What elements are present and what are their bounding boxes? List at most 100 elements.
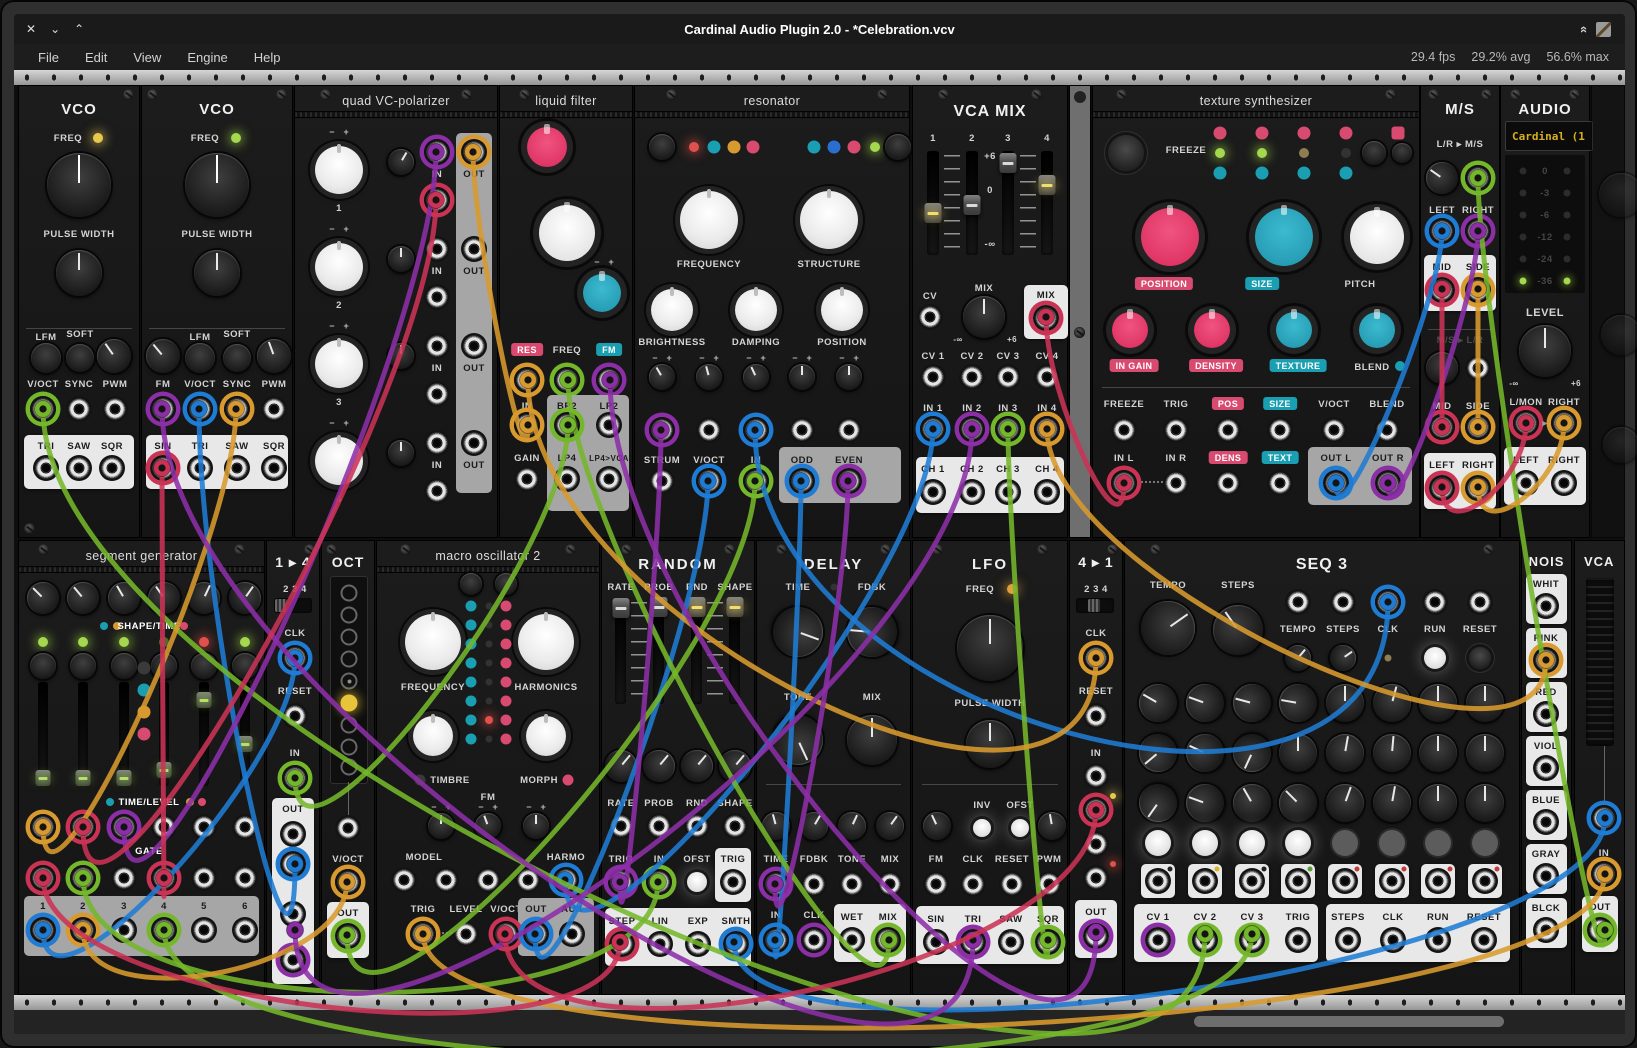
seq-knob-r1c4[interactable] [1276,681,1320,725]
steps-out-jack[interactable] [1335,927,1361,953]
freeze-button[interactable] [1108,135,1144,171]
shape-fader[interactable] [729,598,740,704]
module-macro-oscillator-2[interactable]: macro oscillator 2 FREQUENCY HARMONICS T… [376,540,600,995]
fader-2[interactable] [966,151,978,255]
fader-handle[interactable] [197,692,212,708]
lfm-knob[interactable] [31,343,61,373]
pwm-jack[interactable] [1036,871,1062,897]
env-jack-5[interactable] [191,917,217,943]
atten-knob[interactable] [644,359,680,395]
mix-knob[interactable] [963,296,1005,338]
in-jack-4[interactable] [1083,865,1109,891]
gate-jack-2[interactable] [70,865,96,891]
sqr-jack[interactable] [99,455,125,481]
fm-atten-knob[interactable] [139,332,187,380]
app-corner-icon[interactable] [1596,22,1611,37]
module-random[interactable]: RANDOM RATE PROB RND SHAPE RATE PROB RND… [601,540,755,995]
gate-jack-6[interactable] [232,865,258,891]
module-lfo[interactable]: LFO FREQ PULSE WIDTH INV OFST FM CLK RES… [912,540,1068,995]
menu-help[interactable]: Help [254,50,281,65]
seg-knob-5[interactable] [191,653,217,679]
reset-out-jack[interactable] [1471,927,1497,953]
gray-jack[interactable] [1533,863,1559,889]
seq-knob-r3c6[interactable] [1370,781,1414,825]
audio-device-display[interactable]: Cardinal (1 [1505,121,1593,151]
mix-out-jack[interactable] [1033,305,1059,331]
reset-jack[interactable] [1467,589,1493,615]
lin-jack[interactable] [647,931,673,957]
frequency-cv-jack[interactable] [696,417,722,443]
module-vco-2[interactable]: VCO FREQ PULSE WIDTH LFM SOFT FM V/OCT S… [141,85,293,538]
ch2-jack[interactable] [959,479,985,505]
reset-jack[interactable] [1083,703,1109,729]
in3-jack[interactable] [995,416,1021,442]
step-button-3[interactable] [1239,830,1265,856]
model-jack-b[interactable] [433,867,459,893]
in-jack[interactable] [1591,861,1617,887]
time-cv-jack[interactable] [763,871,789,897]
shape-knob-4[interactable] [142,576,187,621]
tl-jack-1[interactable] [30,814,56,840]
step-button-2[interactable] [1192,830,1218,856]
level-jack[interactable] [453,921,479,947]
seg-fader-5[interactable] [199,682,209,786]
run-out-jack[interactable] [1425,927,1451,953]
pw-knob[interactable] [194,250,240,296]
damping-knob[interactable] [735,289,777,331]
saw-jack[interactable] [66,455,92,481]
seq-knob-r1c7[interactable] [1419,684,1457,722]
polarize-knob-3[interactable] [315,340,363,388]
position-cv-jack[interactable] [836,417,862,443]
rate-fader[interactable] [615,598,626,704]
oct-step[interactable] [341,585,358,602]
out-l-jack[interactable] [1323,470,1349,496]
gate-jack-3[interactable] [1239,868,1265,894]
env-jack-3[interactable] [111,917,137,943]
steps-knob[interactable] [1203,595,1273,665]
brightness-cv-jack[interactable] [649,417,675,443]
pw-knob[interactable] [56,250,102,296]
fm-jack[interactable] [150,396,176,422]
seq-knob-r1c2[interactable] [1181,679,1230,728]
tempo-cv-jack[interactable] [1285,589,1311,615]
saw-jack[interactable] [224,455,250,481]
channel-switch[interactable] [274,598,312,613]
seq-knob-r3c4[interactable] [1271,776,1325,830]
exp-jack[interactable] [685,931,711,957]
rnd-fader[interactable] [691,598,702,704]
module-liquid-filter[interactable]: liquid filter −+ RES FREQ FM IN BP2 LP2 … [499,85,633,538]
module-seq3[interactable]: SEQ 3 TEMPO STEPS TEMPO STEPS CLK RUN RE… [1124,540,1520,995]
tempo-knob[interactable] [1130,590,1205,665]
clk-out-jack[interactable] [1380,927,1406,953]
module-vca-partial[interactable]: VCA IN OUT [1574,540,1625,995]
module-delay[interactable]: DELAY TIME FDBK TONE MIX TIME FDBK TONE … [756,540,911,995]
cv-jack[interactable] [917,304,943,330]
poly-icon-blue[interactable] [828,141,841,154]
out-jack-1[interactable] [461,139,487,165]
fader-handle[interactable] [650,597,667,617]
tone-cv-jack[interactable] [839,871,865,897]
shape-knob[interactable] [712,743,757,788]
polarize-knob-2[interactable] [315,243,363,291]
seq-knob-r1c3[interactable] [1229,680,1276,727]
mode-icon-pink[interactable] [747,141,760,154]
right-in-jack[interactable] [1551,410,1577,436]
gain-jack[interactable] [514,466,540,492]
size-knob[interactable] [1255,208,1313,266]
atten-knob-4[interactable] [388,440,414,466]
out-jack-4[interactable] [461,430,487,456]
in-jack[interactable] [282,765,308,791]
edit-icon[interactable] [138,684,151,697]
seg-knob-6[interactable] [232,653,258,679]
gate-jack-5[interactable] [191,865,217,891]
fader-handle[interactable] [117,770,132,786]
menu-edit[interactable]: Edit [85,50,107,65]
fader-1-handle[interactable] [925,203,942,223]
seq-knob-r3c7[interactable] [1419,784,1457,822]
env-jack-4[interactable] [151,917,177,943]
in2-jack[interactable] [959,416,985,442]
poly-icon-pink[interactable] [848,141,861,154]
trig-jack[interactable] [410,921,436,947]
tri-jack[interactable] [33,455,59,481]
channel-switch[interactable] [1076,598,1114,613]
